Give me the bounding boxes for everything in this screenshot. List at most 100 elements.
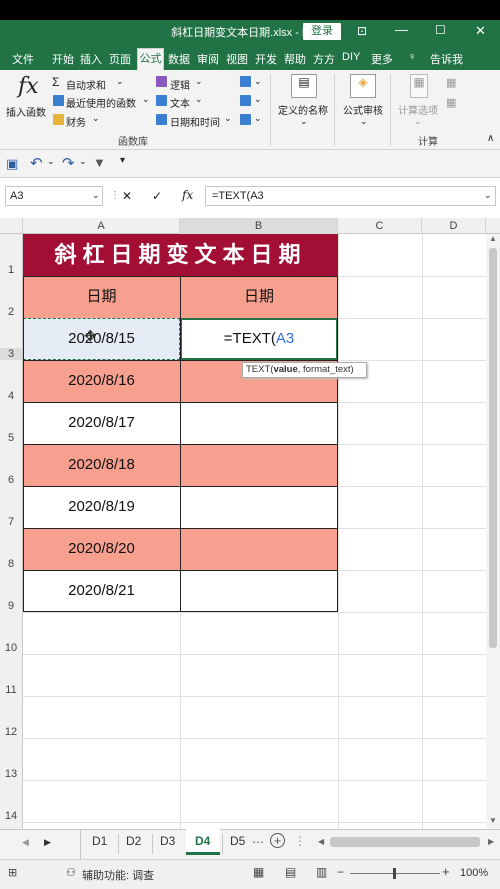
cell-b7[interactable] <box>180 486 338 528</box>
recent-functions-button[interactable]: 最近使用的函数 <box>66 95 136 110</box>
cell-b3-editing[interactable]: =TEXT(A3 <box>180 318 338 360</box>
scroll-left-icon[interactable]: ◀ <box>318 837 324 846</box>
scroll-down-icon[interactable]: ▼ <box>489 816 497 825</box>
sheet-tab-d4[interactable]: D4 <box>195 834 210 848</box>
insert-function-fx-button[interactable]: fx <box>182 188 193 202</box>
cell-a9[interactable]: 2020/8/21 <box>23 570 180 612</box>
lightbulb-icon[interactable]: ♀ <box>408 51 416 63</box>
lookup-icon[interactable] <box>240 76 251 87</box>
add-sheet-icon[interactable]: + <box>270 833 285 848</box>
tab-file[interactable]: 文件 <box>12 51 34 67</box>
filter-icon[interactable]: ▼ <box>93 155 106 170</box>
select-all-corner[interactable] <box>0 218 23 234</box>
tab-home[interactable]: 开始 <box>52 51 74 67</box>
chevron-down-icon[interactable]: ⌄ <box>484 190 492 201</box>
row-header[interactable]: 3 <box>0 348 22 360</box>
zoom-out-icon[interactable]: − <box>337 865 344 879</box>
row-header[interactable]: 10 <box>0 642 22 654</box>
row-header[interactable]: 4 <box>0 390 22 402</box>
defined-names-button[interactable]: 定义的名称 <box>278 102 328 117</box>
insert-function-button[interactable]: 插入函数 <box>6 104 46 119</box>
tab-data[interactable]: 数据 <box>168 51 190 67</box>
chevron-down-icon[interactable]: ⌄ <box>92 190 100 201</box>
math-icon[interactable] <box>240 95 251 106</box>
row-header[interactable]: 13 <box>0 768 22 780</box>
macro-record-icon[interactable]: ⊞ <box>8 866 17 879</box>
row-header[interactable]: 12 <box>0 726 22 738</box>
row-header[interactable]: 7 <box>0 516 22 528</box>
tab-fangfang[interactable]: 方方 <box>313 51 335 67</box>
column-header-b[interactable]: B <box>180 218 338 234</box>
column-header-d[interactable]: D <box>422 218 486 234</box>
tab-developer[interactable]: 开发 <box>255 51 277 67</box>
tab-diy[interactable]: DIY <box>342 51 360 63</box>
cell-a8[interactable]: 2020/8/20 <box>23 528 180 570</box>
tab-review[interactable]: 审阅 <box>197 51 219 67</box>
cell-a4[interactable]: 2020/8/16 <box>23 360 180 402</box>
chevron-down-icon[interactable]: ⌄ <box>79 156 87 167</box>
cell-b5[interactable] <box>180 402 338 444</box>
column-header-a[interactable]: A <box>23 218 180 234</box>
tell-me-box[interactable]: 告诉我 <box>430 51 463 67</box>
tab-view[interactable]: 视图 <box>226 51 248 67</box>
cell-a6[interactable]: 2020/8/18 <box>23 444 180 486</box>
autosum-button[interactable]: 自动求和 <box>66 77 106 92</box>
banner-title[interactable]: 斜杠日期变文本日期 <box>23 234 338 276</box>
zoom-level[interactable]: 100% <box>460 867 488 879</box>
redo-icon[interactable]: ↷ <box>62 154 75 172</box>
prev-sheet-icon[interactable]: ◀ <box>22 837 29 848</box>
row-header[interactable]: 9 <box>0 600 22 612</box>
tab-insert[interactable]: 插入 <box>80 51 102 67</box>
minimize-icon[interactable]: — <box>395 22 408 37</box>
tab-more[interactable]: 更多 <box>371 51 393 67</box>
drag-handle-icon[interactable]: ⋮ <box>294 834 306 848</box>
cell-a2[interactable]: 日期 <box>23 276 180 318</box>
financial-button[interactable]: 财务 <box>66 114 86 129</box>
row-header[interactable]: 14 <box>0 810 22 822</box>
next-sheet-icon[interactable]: ▶ <box>44 837 51 848</box>
row-header[interactable]: 11 <box>0 684 22 696</box>
cancel-formula-button[interactable]: ✕ <box>122 189 132 203</box>
row-header[interactable]: 1 <box>0 264 22 276</box>
accessibility-status[interactable]: 辅助功能: 调查 <box>82 867 154 883</box>
tab-page-layout[interactable]: 页面 <box>109 51 131 67</box>
customize-qat-icon[interactable]: ▾ <box>120 155 125 166</box>
tab-help[interactable]: 帮助 <box>284 51 306 67</box>
normal-view-icon[interactable]: ▦ <box>253 865 264 879</box>
cell-a7[interactable]: 2020/8/19 <box>23 486 180 528</box>
row-header[interactable]: 5 <box>0 432 22 444</box>
collapse-ribbon-icon[interactable]: ∧ <box>487 133 494 144</box>
maximize-icon[interactable]: ☐ <box>435 23 446 37</box>
login-button[interactable]: 登录 <box>303 23 341 40</box>
cell-b2[interactable]: 日期 <box>180 276 338 318</box>
page-break-view-icon[interactable]: ▥ <box>316 865 327 879</box>
formula-input[interactable]: =TEXT(A3 <box>205 186 496 206</box>
undo-icon[interactable]: ↶ <box>30 154 43 172</box>
tab-formulas[interactable]: 公式 <box>137 48 164 70</box>
cell-b6[interactable] <box>180 444 338 486</box>
cell-a5[interactable]: 2020/8/17 <box>23 402 180 444</box>
sheet-tab-d3[interactable]: D3 <box>160 834 175 848</box>
cell-a3[interactable]: 2020/8/15 <box>23 318 180 360</box>
close-icon[interactable]: ✕ <box>475 23 486 39</box>
more-sheets-icon[interactable]: ⋯ <box>252 835 264 849</box>
save-icon[interactable]: ▣ <box>6 156 18 172</box>
cell-b8[interactable] <box>180 528 338 570</box>
text-functions-button[interactable]: 文本 <box>170 95 190 110</box>
horizontal-scroll-thumb[interactable] <box>330 837 480 847</box>
datetime-button[interactable]: 日期和时间 <box>170 114 220 129</box>
formula-audit-button[interactable]: 公式审核 <box>343 102 383 117</box>
enter-formula-button[interactable]: ✓ <box>152 189 162 203</box>
sheet-tab-d5[interactable]: D5 <box>230 834 245 848</box>
chevron-down-icon[interactable]: ⌄ <box>47 156 55 167</box>
ribbon-display-icon[interactable]: ⊡ <box>357 24 367 38</box>
scroll-right-icon[interactable]: ▶ <box>488 837 494 846</box>
column-header-c[interactable]: C <box>338 218 422 234</box>
name-box[interactable]: A3 <box>5 186 103 206</box>
zoom-in-icon[interactable]: + <box>442 864 450 879</box>
logical-button[interactable]: 逻辑 <box>170 77 190 92</box>
sheet-tab-d2[interactable]: D2 <box>126 834 141 848</box>
row-header[interactable]: 6 <box>0 474 22 486</box>
zoom-slider-thumb[interactable] <box>393 868 396 879</box>
scroll-up-icon[interactable]: ▲ <box>489 234 497 243</box>
